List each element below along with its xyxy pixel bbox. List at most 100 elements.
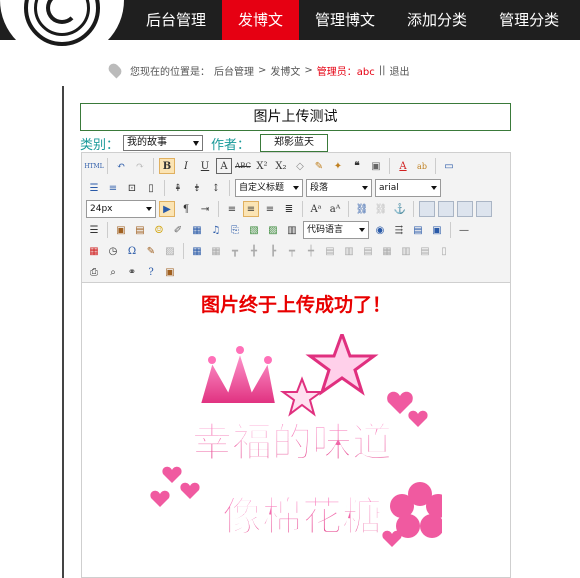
insert-col-icon[interactable]: ┯ [284,243,300,259]
strikethrough-icon[interactable]: ABC [235,158,251,174]
split-cells-icon[interactable]: ▦ [379,243,395,259]
background-icon[interactable]: ◉ [372,222,388,238]
font-color-icon[interactable]: A [395,158,411,174]
search-replace-icon[interactable]: ⚭ [124,264,140,280]
align-left-icon[interactable]: ≡ [224,201,240,217]
indent-icon[interactable]: ⇥ [197,201,213,217]
lowercase-icon[interactable]: aᴬ [327,201,343,217]
undo-icon[interactable]: ↶ [113,158,129,174]
uppercase-icon[interactable]: Aᵃ [308,201,324,217]
insert-row-icon[interactable]: ╋ [246,243,262,259]
font-border-icon[interactable]: A [216,158,232,174]
font-family-select[interactable]: arial [375,179,441,197]
auto-format-icon[interactable]: ✦ [330,158,346,174]
format-painter-icon[interactable]: ✎ [311,158,327,174]
insert-frame-icon[interactable]: ▥ [284,222,300,238]
highlight-color-icon[interactable]: ab [414,158,430,174]
page-break-icon[interactable]: ⇶ [391,222,407,238]
special-chars-icon[interactable]: Ω [124,243,140,259]
split-cols-icon[interactable]: ▤ [417,243,433,259]
uploaded-image[interactable]: 幸福的味道 像棉花糖 [142,334,442,574]
html-source-icon[interactable]: HTML [84,158,103,174]
horizontal-rule-icon[interactable]: — [456,222,472,238]
ordered-list-icon[interactable]: ☰ [86,180,102,196]
simple-upload-icon[interactable]: ▣ [113,222,129,238]
insert-video-icon[interactable]: ▦ [189,222,205,238]
row-spacing-top-icon[interactable]: ⇞ [170,180,186,196]
align-justify-icon[interactable]: ≣ [281,201,297,217]
link-icon[interactable]: ⛓ [354,201,370,217]
align-center-icon[interactable]: ≡ [243,201,259,217]
gmap-icon[interactable]: ▨ [265,222,281,238]
preview-icon[interactable]: ▭ [441,158,457,174]
breadcrumb-admin-link[interactable]: 后台管理 [214,63,254,78]
insert-music-icon[interactable]: ♫ [208,222,224,238]
image-center-icon[interactable] [476,201,492,217]
redo-icon[interactable]: ↷ [132,158,148,174]
code-language-select[interactable]: 代码语言 [303,221,369,239]
scrawl-icon[interactable]: ✐ [170,222,186,238]
delete-table-icon[interactable]: ▦ [208,243,224,259]
nav-item-manage-posts[interactable]: 管理博文 [299,0,391,40]
insert-paragraph-before-table-icon[interactable]: ┳ [227,243,243,259]
time-icon[interactable]: ◷ [105,243,121,259]
nav-item-manage-categories[interactable]: 管理分类 [483,0,575,40]
underline-icon[interactable]: U [197,158,213,174]
category-select[interactable]: 我的故事 [123,135,204,151]
split-rows-icon[interactable]: ▥ [398,243,414,259]
author-input[interactable]: 郑影蓝天 [260,134,329,152]
help-icon[interactable]: ? [143,264,159,280]
drafts-icon[interactable]: ▣ [162,264,178,280]
eraser-icon[interactable]: ◇ [292,158,308,174]
unlink-icon[interactable]: ⛓ [373,201,389,217]
image-left-icon[interactable] [438,201,454,217]
font-size-select[interactable]: 24px [86,200,156,218]
emotion-icon[interactable]: ☺ [151,222,167,238]
rtl-direction-icon[interactable]: ¶ [178,201,194,217]
site-logo[interactable] [0,0,124,58]
line-height-icon[interactable]: ↕ [208,180,224,196]
select-all-icon[interactable]: ⊡ [124,180,140,196]
snapscreen-icon[interactable]: ▨ [162,243,178,259]
nav-item-add-category[interactable]: 添加分类 [391,0,483,40]
paragraph-select[interactable]: 段落 [306,179,372,197]
insert-image-icon[interactable]: ▤ [132,222,148,238]
bold-icon[interactable]: B [159,158,175,174]
search-icon[interactable]: ⌕ [105,264,121,280]
insert-table-icon[interactable]: ▦ [189,243,205,259]
nav-item-admin[interactable]: 后台管理 [130,0,222,40]
unordered-list-icon[interactable]: ≡ [105,180,121,196]
wordimage-icon[interactable]: ✎ [143,243,159,259]
template-icon[interactable]: ▤ [410,222,426,238]
image-right-icon[interactable] [457,201,473,217]
ltr-direction-icon[interactable]: ▶ [159,201,175,217]
insert-row-icon[interactable]: ☰ [86,222,102,238]
post-title-input[interactable]: 图片上传测试 [80,103,511,131]
blockquote-icon[interactable]: ❝ [349,158,365,174]
custom-heading-select[interactable]: 自定义标题 [235,179,303,197]
align-right-icon[interactable]: ≡ [262,201,278,217]
merge-right-icon[interactable]: ▥ [341,243,357,259]
table-props-icon[interactable]: ▯ [436,243,452,259]
row-spacing-bottom-icon[interactable]: ⇟ [189,180,205,196]
paste-plain-icon[interactable]: ▣ [368,158,384,174]
image-none-icon[interactable] [419,201,435,217]
delete-col-icon[interactable]: ┿ [303,243,319,259]
breadcrumb-post-link[interactable]: 发博文 [270,63,300,78]
date-icon[interactable]: ▦ [86,243,102,259]
logout-link[interactable]: 退出 [390,63,410,78]
anchor-icon[interactable]: ⚓ [392,201,408,217]
attachment-icon[interactable]: ⎘ [227,222,243,238]
background-image-icon[interactable]: ▣ [429,222,445,238]
map-icon[interactable]: ▧ [246,222,262,238]
merge-down-icon[interactable]: ▤ [360,243,376,259]
editor-content[interactable]: 图片终于上传成功了！ 幸福的味道 像棉花糖 [82,284,510,577]
italic-icon[interactable]: I [178,158,194,174]
print-icon[interactable]: ⎙ [86,264,102,280]
subscript-icon[interactable]: X₂ [273,158,289,174]
clear-doc-icon[interactable]: ▯ [143,180,159,196]
nav-item-post[interactable]: 发博文 [222,0,300,40]
delete-row-icon[interactable]: ┣ [265,243,281,259]
superscript-icon[interactable]: X² [254,158,270,174]
merge-cells-icon[interactable]: ▤ [322,243,338,259]
